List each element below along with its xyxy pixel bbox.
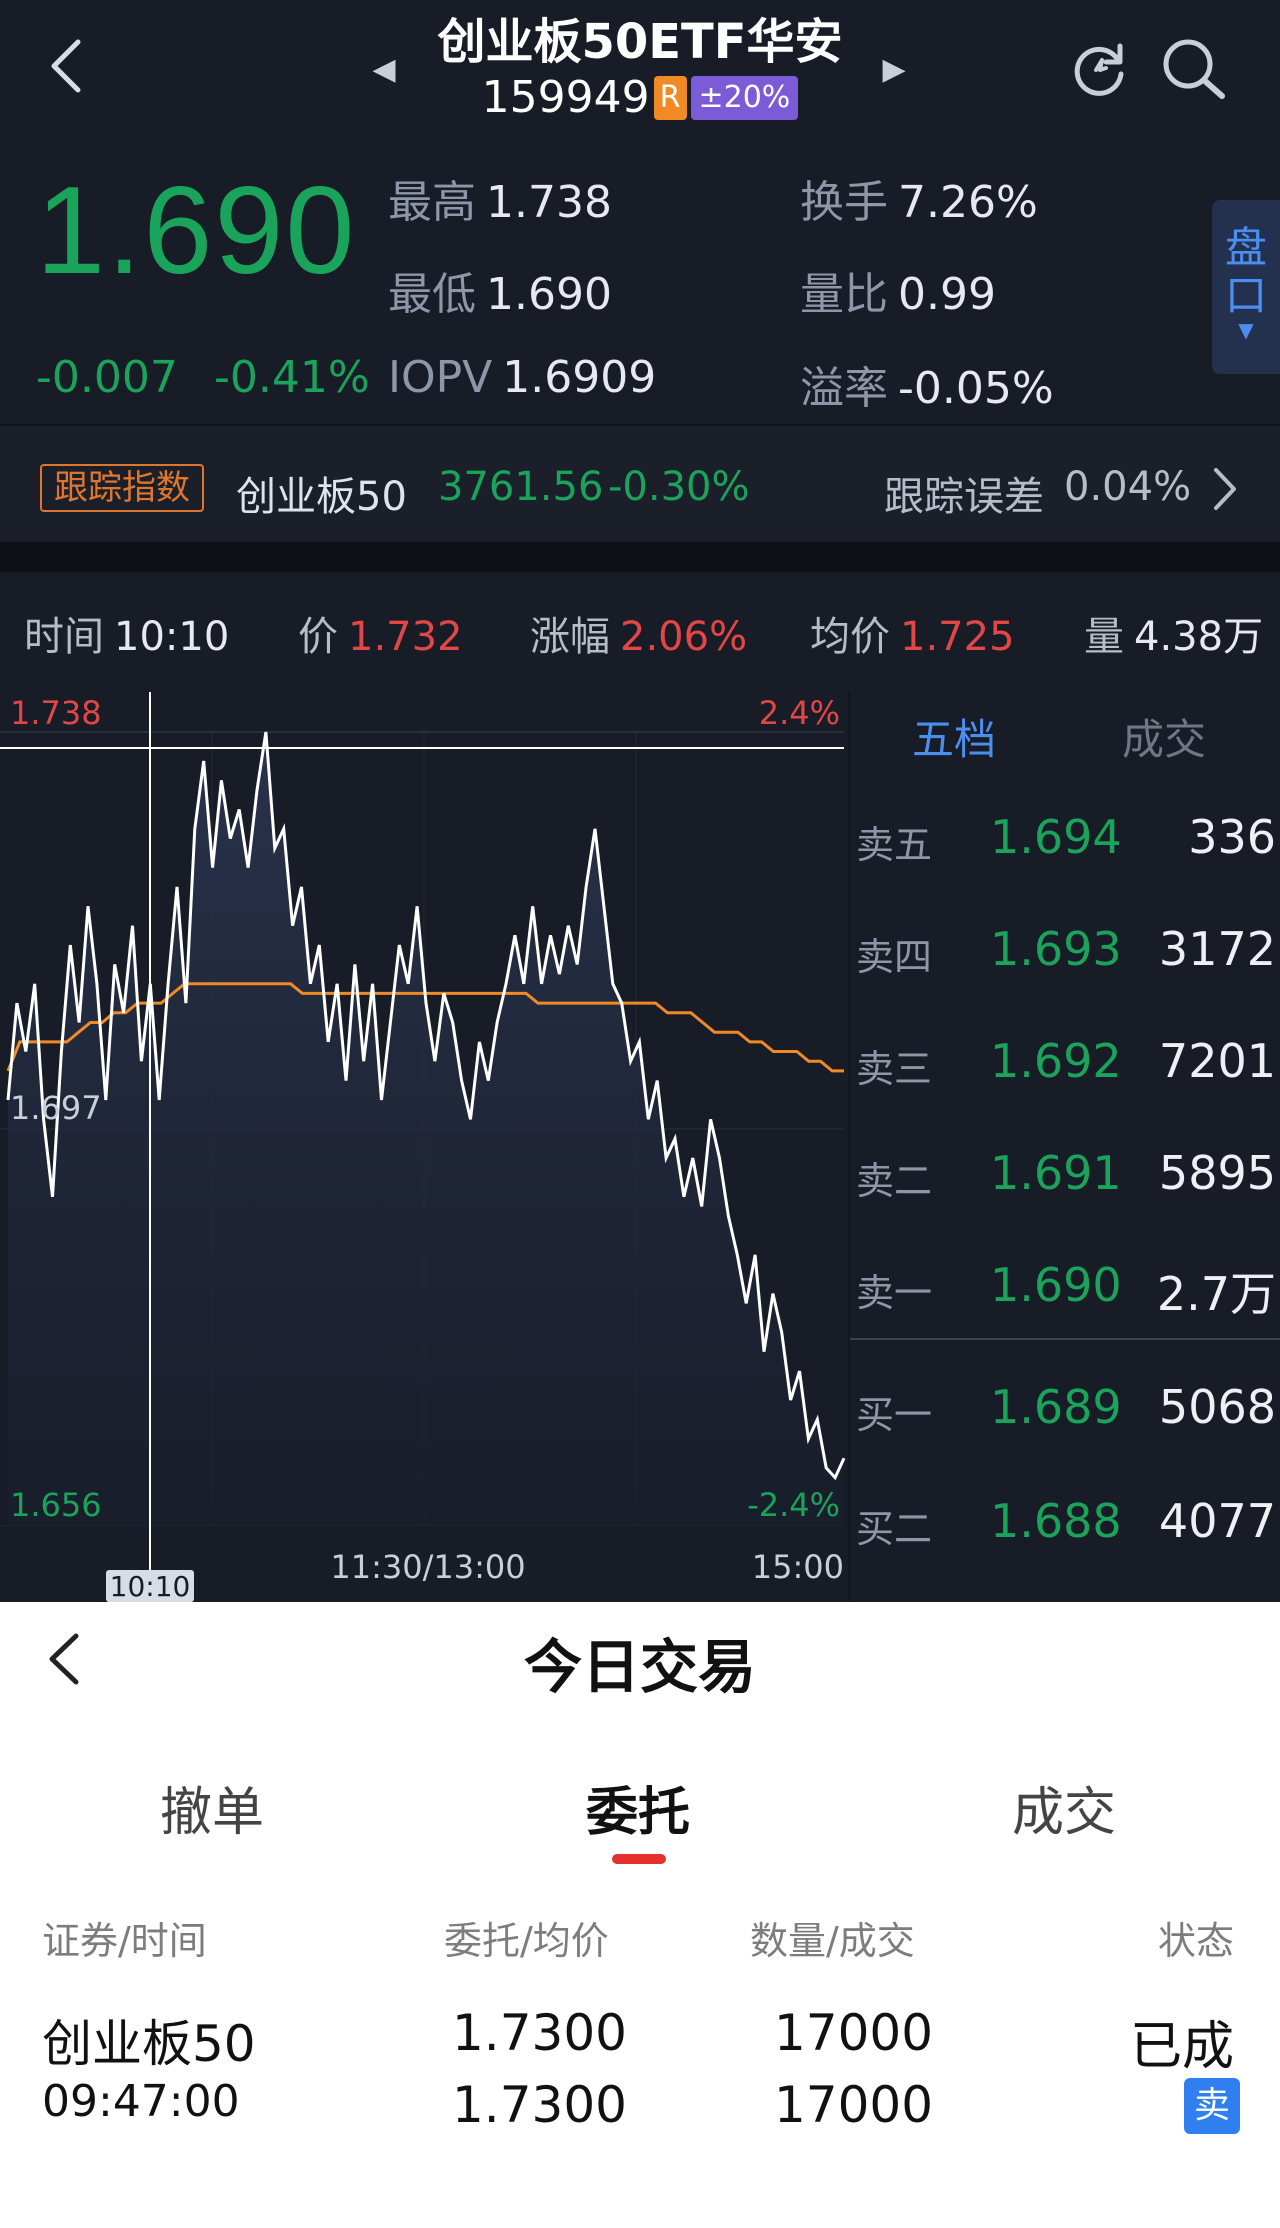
col-status: 状态 <box>1158 1919 1235 1963</box>
level-price: 1.691 <box>990 1146 1122 1200</box>
active-tab-indicator <box>612 1854 666 1864</box>
tracking-index-tag: 跟踪指数 <box>40 464 204 512</box>
stat-premium: 溢率 -0.05% <box>800 363 1054 414</box>
tab-five-levels[interactable]: 五档 <box>912 706 996 767</box>
level-qty: 5068 <box>1158 1380 1276 1434</box>
intraday-chart-svg[interactable]: 1.738 1.697 1.656 2.4% -2.4% 11:30/13:00 15:00… <box>0 692 848 1602</box>
tab-cancel[interactable]: 撤单 <box>160 1770 264 1845</box>
level-label: 卖三 <box>856 1047 933 1091</box>
ask-level-row[interactable]: 卖五 1.694 336 <box>850 808 1280 868</box>
level-label: 买二 <box>856 1507 933 1551</box>
filled-qty: 17000 <box>774 2076 934 2134</box>
stock-title: 创业板50ETF华安 <box>437 14 843 70</box>
y-label-mid: 1.697 <box>10 1089 102 1127</box>
current-price: 1.690 <box>36 162 357 300</box>
level-label: 买一 <box>856 1393 933 1437</box>
level-price: 1.688 <box>990 1494 1122 1548</box>
ask-level-row[interactable]: 卖二 1.691 5895 <box>850 1144 1280 1204</box>
cursor-price: 价 1.732 <box>298 614 463 660</box>
refresh-icon[interactable] <box>1068 38 1130 100</box>
stock-code-row: 159949 R ±20% <box>400 72 880 123</box>
ask-level-row[interactable]: 卖一 1.690 2.7万 <box>850 1256 1280 1321</box>
tab-orders[interactable]: 委托 <box>586 1770 690 1845</box>
status-badge: 已成 <box>1130 2017 1235 2077</box>
stat-low: 最低 1.690 <box>388 269 612 320</box>
col-qty-filled: 数量/成交 <box>750 1919 915 1963</box>
order-time: 09:47:00 <box>42 2076 240 2127</box>
sell-side-badge: 卖 <box>1184 2078 1240 2134</box>
prev-stock-icon[interactable]: ◀ <box>368 54 400 86</box>
x-label-end: 15:00 <box>752 1548 844 1586</box>
col-security-time: 证券/时间 <box>42 1919 207 1963</box>
cursor-avg: 均价 1.725 <box>810 614 1015 660</box>
level-qty: 2.7万 <box>1156 1267 1276 1321</box>
security-name: 创业板50 <box>42 2015 256 2073</box>
col-order-avg: 委托/均价 <box>444 1919 609 1963</box>
stat-volume-ratio: 量比 0.99 <box>800 269 996 320</box>
level-price: 1.690 <box>990 1258 1122 1312</box>
chevron-right-icon[interactable] <box>1210 466 1240 512</box>
tracking-index-value: 3761.56 <box>438 464 604 510</box>
level-qty: 336 <box>1188 810 1276 864</box>
order-book: 五档 成交 卖五 1.694 336 卖四 1.693 3172 卖三 1.692 7201 卖二… <box>848 692 1280 1602</box>
tracking-error-label: 跟踪误差 <box>884 474 1044 520</box>
stock-detail-panel: ◀ 创业板50ETF华安 159949 R ±20% ▶ 1.690 -0.00… <box>0 0 1280 1602</box>
level-qty: 5895 <box>1158 1146 1276 1200</box>
cursor-change: 涨幅 2.06% <box>530 614 748 660</box>
ask-level-row[interactable]: 卖三 1.692 7201 <box>850 1032 1280 1092</box>
pct-label-top: 2.4% <box>759 694 840 732</box>
tracking-index-name: 创业板50 <box>236 474 407 520</box>
cursor-volume: 量 4.38万 <box>1084 614 1264 660</box>
pankou-button[interactable]: 盘口 ▼ <box>1212 200 1280 374</box>
page-title: 今日交易 <box>523 1633 756 1701</box>
caret-down-icon: ▼ <box>1238 318 1254 342</box>
price-change-pct: -0.41% <box>214 352 370 403</box>
cursor-time: 时间 10:10 <box>24 614 230 660</box>
stat-turnover: 换手 7.26% <box>800 177 1038 228</box>
crosshair-time-label: 10:10 <box>110 1570 191 1602</box>
level-label: 卖二 <box>856 1159 933 1203</box>
section-gap <box>0 542 1280 572</box>
order-qty: 17000 <box>774 2004 934 2062</box>
level-label: 卖一 <box>856 1271 933 1315</box>
order-price: 1.7300 <box>452 2004 627 2062</box>
x-label-mid: 11:30/13:00 <box>330 1548 525 1586</box>
level-label: 卖四 <box>856 935 933 979</box>
tab-trades[interactable]: 成交 <box>1122 706 1206 767</box>
ask-level-row[interactable]: 卖四 1.693 3172 <box>850 920 1280 980</box>
pankou-label: 盘口 <box>1224 223 1267 320</box>
tracking-index-change: -0.30% <box>608 464 750 510</box>
tracking-error-value: 0.04% <box>1064 464 1192 510</box>
level-price: 1.689 <box>990 1380 1122 1434</box>
stock-code: 159949 <box>481 72 650 123</box>
level-price: 1.694 <box>990 810 1122 864</box>
level-price: 1.693 <box>990 922 1122 976</box>
bid-level-row[interactable]: 买二 1.688 4077 <box>850 1492 1280 1552</box>
level-qty: 4077 <box>1158 1494 1276 1548</box>
level-qty: 3172 <box>1158 922 1276 976</box>
tab-deals[interactable]: 成交 <box>1012 1770 1116 1845</box>
search-icon[interactable] <box>1160 36 1228 102</box>
level-qty: 7201 <box>1158 1034 1276 1088</box>
y-label-bottom: 1.656 <box>10 1486 102 1524</box>
price-change: -0.007 <box>36 352 178 403</box>
y-label-top: 1.738 <box>10 694 102 732</box>
level-label: 卖五 <box>856 823 933 867</box>
limit-badge: ±20% <box>690 75 799 120</box>
stat-high: 最高 1.738 <box>388 177 612 228</box>
r-badge: R <box>653 75 687 120</box>
pct-label-bottom: -2.4% <box>747 1486 840 1524</box>
orderbook-divider <box>850 1338 1280 1340</box>
next-stock-icon[interactable]: ▶ <box>878 54 910 86</box>
level-price: 1.692 <box>990 1034 1122 1088</box>
intraday-chart[interactable]: 1.738 1.697 1.656 2.4% -2.4% 11:30/13:00 15:00… <box>0 692 848 1602</box>
back-arrow-icon[interactable] <box>44 36 88 96</box>
bid-level-row[interactable]: 买一 1.689 5068 <box>850 1378 1280 1438</box>
avg-price: 1.7300 <box>452 2076 627 2134</box>
stat-iopv: IOPV 1.6909 <box>388 352 657 403</box>
